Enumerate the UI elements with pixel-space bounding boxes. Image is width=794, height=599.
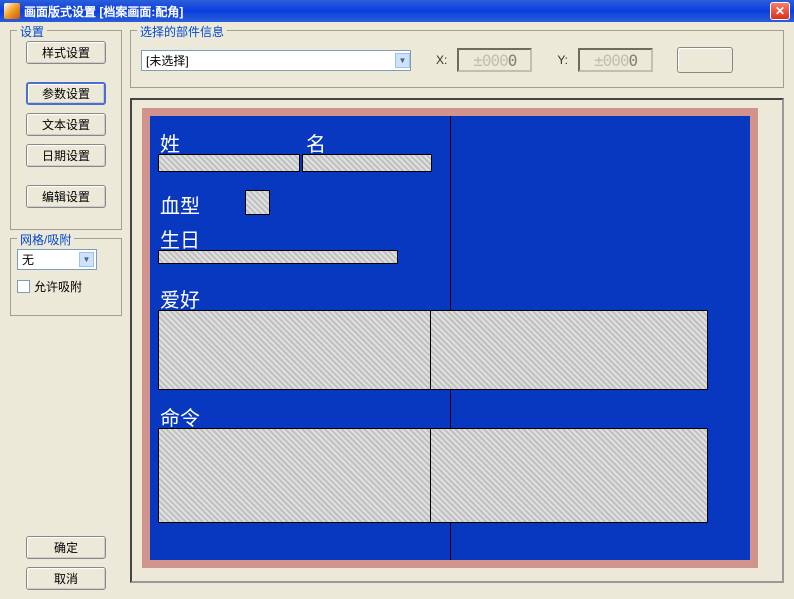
part-select-combo[interactable]: [未选择] ▼: [141, 50, 411, 71]
x-value: ±0000: [457, 48, 532, 72]
birthday-label: 生日: [160, 224, 200, 253]
command-label: 命令: [160, 402, 200, 431]
part-info-legend: 选择的部件信息: [137, 23, 227, 40]
edit-settings-button[interactable]: 编辑设置: [26, 185, 106, 208]
app-icon: [4, 3, 20, 19]
style-settings-button[interactable]: 样式设置: [26, 41, 106, 64]
hobby-field-left[interactable]: [158, 310, 432, 390]
date-settings-button[interactable]: 日期设置: [26, 144, 106, 167]
y-value: ±0000: [578, 48, 653, 72]
grid-dropdown-value: 无: [20, 251, 79, 268]
blood-label: 血型: [160, 190, 200, 219]
surname-label: 姓: [160, 128, 180, 157]
param-settings-button[interactable]: 参数设置: [26, 82, 106, 105]
part-select-value: [未选择]: [142, 52, 395, 69]
name-field[interactable]: [302, 154, 432, 172]
blank-button[interactable]: [677, 47, 733, 73]
snap-label: 允许吸附: [34, 278, 82, 295]
text-settings-button[interactable]: 文本设置: [26, 113, 106, 136]
chevron-down-icon: ▼: [79, 252, 94, 267]
surname-field[interactable]: [158, 154, 300, 172]
hobby-label: 爱好: [160, 284, 200, 313]
y-label: Y:: [557, 53, 568, 67]
part-info-group: 选择的部件信息 [未选择] ▼ X: ±0000 Y: ±0000: [130, 30, 784, 88]
hobby-field-right[interactable]: [430, 310, 708, 390]
preview-area: 姓 名 血型 生日 爱好 命令: [130, 98, 784, 583]
ok-button[interactable]: 确定: [26, 536, 106, 559]
grid-dropdown[interactable]: 无 ▼: [17, 249, 97, 270]
name-label: 名: [306, 128, 326, 157]
chevron-down-icon: ▼: [395, 53, 410, 68]
blood-field[interactable]: [245, 190, 270, 215]
titlebar: 画面版式设置 [档案画面:配角] ✕: [0, 0, 794, 22]
close-icon[interactable]: ✕: [770, 2, 790, 20]
birthday-field[interactable]: [158, 250, 398, 264]
command-field-left[interactable]: [158, 428, 432, 523]
settings-group: 设置 样式设置 参数设置 文本设置 日期设置 编辑设置: [10, 30, 122, 230]
x-label: X:: [436, 53, 447, 67]
cancel-button[interactable]: 取消: [26, 567, 106, 590]
command-field-right[interactable]: [430, 428, 708, 523]
grid-legend: 网格/吸附: [17, 231, 74, 248]
snap-checkbox[interactable]: [17, 280, 30, 293]
grid-group: 网格/吸附 无 ▼ 允许吸附: [10, 238, 122, 316]
settings-legend: 设置: [17, 23, 47, 40]
window-title: 画面版式设置 [档案画面:配角]: [24, 3, 770, 20]
preview-frame[interactable]: 姓 名 血型 生日 爱好 命令: [142, 108, 758, 568]
